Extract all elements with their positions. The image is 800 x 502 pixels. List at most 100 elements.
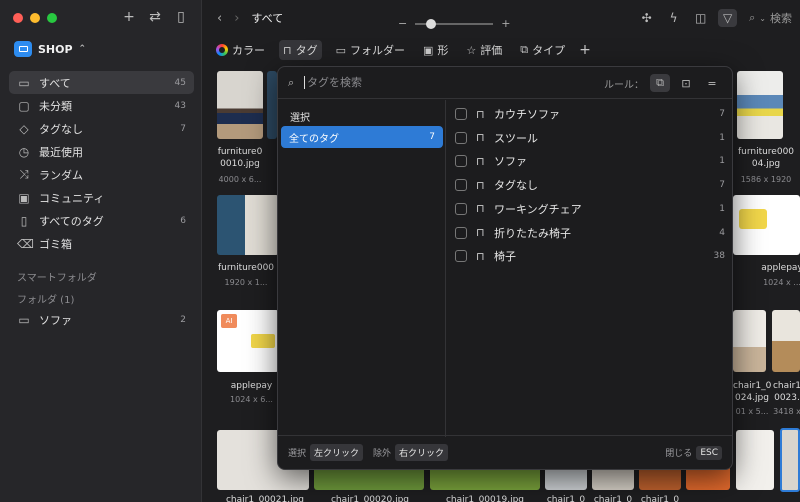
all-tags-item[interactable]: 全てのタグ 7 <box>281 126 443 148</box>
tag-item[interactable]: ⊓ ワーキングチェア 1 <box>455 198 725 220</box>
chevron-down-icon: ⌄ <box>759 13 766 23</box>
sidebar-item[interactable]: ▢ 未分類 43 <box>9 94 194 117</box>
filter-folder-label: フォルダー <box>350 44 405 57</box>
tag-checkbox[interactable] <box>455 202 467 215</box>
tag-item[interactable]: ⊓ ソファ 1 <box>455 150 725 172</box>
sidebar-toolbar: + ⇄ ▯ <box>121 9 189 25</box>
ai-badge: AI <box>221 314 237 328</box>
thumbnail-applepay-2[interactable]: AI <box>217 310 279 372</box>
filter-type[interactable]: ⧉ タイプ <box>516 40 569 60</box>
filter-type-label: タイプ <box>532 44 566 57</box>
smart-folder-heading[interactable]: スマートフォルダ <box>17 269 97 284</box>
tag-search-input[interactable] <box>304 76 524 89</box>
forward-icon[interactable]: › <box>234 11 239 26</box>
thumbnail-chair-selected[interactable] <box>780 428 800 492</box>
tag-checkbox[interactable] <box>455 250 467 263</box>
bookmark-icon: ▯ <box>20 213 28 228</box>
tag-checkbox[interactable] <box>455 155 467 168</box>
rules-label: ルール： <box>604 79 644 91</box>
inbox-icon: ▭ <box>18 75 30 90</box>
zoom-out-icon[interactable]: − <box>398 17 407 30</box>
community-icon: ▣ <box>18 190 30 205</box>
file-dimensions: 1024 x ... <box>763 278 800 287</box>
search-box[interactable]: ⌕ ⌄ 検索 <box>749 10 792 26</box>
file-name: chair1_0 <box>640 495 680 502</box>
tag-checkbox[interactable] <box>455 108 467 120</box>
zoom-window-button[interactable] <box>47 13 57 23</box>
file-name: applepay <box>761 263 800 273</box>
thumbnail-furniture-room[interactable] <box>217 195 279 255</box>
sidebar-item[interactable]: ▣ コミュニティ <box>9 186 194 209</box>
file-dimensions: 1586 x 1920 <box>740 175 792 184</box>
zoom-slider[interactable]: − + <box>398 17 510 30</box>
file-dimensions: 01 x 5... <box>735 407 769 416</box>
filter-shape[interactable]: ▣ 形 <box>419 40 452 60</box>
library-switcher[interactable]: SHOP ⌃ <box>14 41 86 57</box>
sidebar-item[interactable]: ◇ タグなし 7 <box>9 117 194 140</box>
tag-item[interactable]: ⊓ タグなし 7 <box>455 174 725 196</box>
sidebar-item[interactable]: ▯ すべてのタグ 6 <box>9 209 194 232</box>
sidebar-item[interactable]: ⌫ ゴミ箱 <box>9 232 194 255</box>
tag-item[interactable]: ⊓ カウチソファ 7 <box>455 103 725 125</box>
tag-item[interactable]: ⊓ スツール 1 <box>455 127 725 149</box>
equals-icon[interactable]: = <box>702 74 722 92</box>
filter-color[interactable]: カラー <box>212 40 269 60</box>
zoom-track[interactable] <box>415 18 494 29</box>
folder-heading[interactable]: フォルダ (1) <box>17 291 74 306</box>
thumbnail-partial[interactable] <box>267 71 277 139</box>
sidebar-item[interactable]: ⤨ ランダム <box>9 163 194 186</box>
tag-item[interactable]: ⊓ 折りたたみ椅子 4 <box>455 222 725 244</box>
window-controls <box>13 13 57 23</box>
tag-label: ワーキングチェア <box>494 202 582 216</box>
close-hint[interactable]: 閉じる ESC <box>665 445 722 460</box>
bookmark-icon: ⊓ <box>476 131 485 145</box>
top-toolbar: ‹ › すべて − + ✣ ϟ ◫ ▽ ⌕ ⌄ 検索 <box>203 0 800 36</box>
thumbnail-furniture-10[interactable] <box>217 71 263 139</box>
tag-checkbox[interactable] <box>455 131 467 144</box>
plus-icon[interactable]: + <box>121 9 137 25</box>
thumbnail-chair-e[interactable] <box>736 430 774 490</box>
folder-item[interactable]: ▭ ソファ 2 <box>9 308 194 331</box>
sidebar-item[interactable]: ◷ 最近使用 <box>9 140 194 163</box>
thumbnail-chair-24[interactable] <box>733 310 766 372</box>
sidebar-item-label: ランダム <box>39 168 83 182</box>
puzzle-icon[interactable]: ✣ <box>637 9 656 27</box>
tag-count: 7 <box>719 180 725 191</box>
tag-checkbox[interactable] <box>455 226 467 239</box>
add-filter-button[interactable]: + <box>579 42 591 58</box>
close-window-button[interactable] <box>13 13 23 23</box>
tag-filter-popover: ⌕ ルール： ⧉ ⊡ = 選択 全てのタグ 7 ⊓ カウチソファ 7 ⊓ スツール 1 ⊓ ソ… <box>277 66 733 470</box>
tag-label: タグなし <box>494 179 538 193</box>
thumbnail-applepay-1[interactable] <box>733 195 800 255</box>
tag-item[interactable]: ⊓ 椅子 38 <box>455 245 725 267</box>
sidebar-item-label: 未分類 <box>39 99 72 113</box>
zoom-knob[interactable] <box>425 18 436 29</box>
filter-folder[interactable]: ▭ フォルダー <box>332 40 409 60</box>
folder-item-count: 2 <box>180 314 186 325</box>
thumbnail-furniture-04[interactable] <box>737 71 783 139</box>
match-any-icon[interactable]: ⊡ <box>676 74 696 92</box>
zoom-in-icon[interactable]: + <box>501 17 510 30</box>
sidebar: + ⇄ ▯ SHOP ⌃ ▭ すべて 45 ▢ 未分類 43 ◇ タグなし 7 ◷ 最近使用 ⤨ ランダ… <box>0 0 202 502</box>
sync-icon[interactable]: ⇄ <box>147 9 163 25</box>
star-icon: ☆ <box>466 43 477 57</box>
tag-checkbox[interactable] <box>455 179 467 192</box>
sidebar-item-label: ゴミ箱 <box>39 237 72 251</box>
filter-rating[interactable]: ☆ 評価 <box>462 40 506 60</box>
thumbnail-chair-23[interactable] <box>772 310 800 372</box>
bolt-icon[interactable]: ϟ <box>664 9 683 27</box>
filter-tag[interactable]: ⊓ タグ <box>279 40 322 60</box>
tag-label: カウチソファ <box>494 108 560 121</box>
exclude-hint-label: 除外 <box>373 449 392 459</box>
filter-icon[interactable]: ▽ <box>718 9 738 27</box>
minimize-window-button[interactable] <box>30 13 40 23</box>
rules-group: ルール： ⧉ ⊡ = <box>604 74 722 92</box>
match-all-icon[interactable]: ⧉ <box>650 74 670 92</box>
filter-tag-label: タグ <box>295 44 318 57</box>
sidebar-item[interactable]: ▭ すべて 45 <box>9 71 194 94</box>
layout-icon[interactable]: ◫ <box>691 9 710 27</box>
sidebar-item-count: 6 <box>180 215 186 226</box>
bookmark-icon: ⊓ <box>476 178 485 192</box>
back-icon[interactable]: ‹ <box>217 11 222 26</box>
sidebar-toggle-icon[interactable]: ▯ <box>173 9 189 25</box>
